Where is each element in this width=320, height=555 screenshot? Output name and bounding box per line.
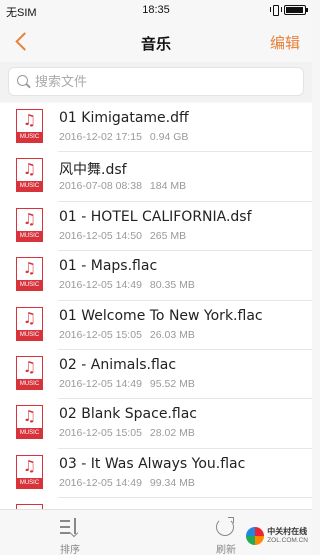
file-date: 2016-12-02 17:15	[59, 131, 142, 143]
search-input[interactable]	[35, 72, 295, 92]
music-file-icon: ♫MUSIC	[16, 405, 43, 440]
search-bar	[0, 62, 312, 102]
zol-logo-icon	[246, 527, 265, 545]
sort-icon	[60, 518, 78, 534]
watermark-line2: ZOL.COM.CN	[267, 537, 308, 544]
music-file-icon: ♫MUSIC	[16, 306, 43, 341]
search-icon	[17, 75, 31, 89]
file-row[interactable]: ♫ MUSIC 01 - Maps.flac 2016-12-05 14:49 80.3…	[0, 251, 312, 301]
file-name: 01 Kimigatame.dff	[59, 110, 189, 126]
watermark: 中关村在线 ZOL.COM.CN	[246, 527, 308, 545]
file-meta: 2016-12-05 14:50 265 MB	[59, 230, 186, 242]
file-meta: 2016-12-02 17:15 0.94 GB	[59, 131, 188, 143]
file-meta: 2016-12-05 14:49 95.52 MB	[59, 378, 195, 390]
file-size: 184 MB	[149, 180, 187, 193]
file-name: 01 - Maps.flac	[59, 258, 158, 275]
file-size: 0.94 GB	[149, 131, 189, 143]
music-file-icon: ♫MUSIC	[16, 257, 43, 292]
file-row[interactable]: ♫ MUSIC 02 - Animals.flac 2016-12-05 14:49 9…	[0, 350, 312, 400]
music-file-icon: ♫MUSIC	[16, 207, 43, 242]
file-size: 265 MB	[149, 229, 187, 242]
music-file-icon: ♫MUSIC	[16, 109, 43, 143]
file-row[interactable]: ♫ MUSIC 01 Kimigatame.dff 2016-12-02 17:15 0…	[0, 103, 312, 153]
vibrate-icon	[270, 4, 282, 16]
search-box[interactable]	[8, 67, 304, 96]
file-name: 02 - Animals.flac	[59, 356, 177, 373]
status-icons	[270, 4, 308, 16]
battery-icon	[284, 5, 308, 15]
file-size: 99.34 MB	[149, 476, 195, 489]
edit-button[interactable]: 编辑	[270, 32, 300, 53]
file-name: 风中舞.dsf	[59, 162, 127, 179]
file-size: 28.02 MB	[149, 427, 195, 440]
file-row[interactable]: ♫ MUSIC 风中舞.dsf 2016-07-08 08:38 184 MB	[0, 152, 312, 203]
file-date: 2016-12-05 14:49	[59, 377, 142, 390]
clock: 18:35	[142, 4, 170, 16]
file-meta: 2016-12-05 15:05 28.02 MB	[59, 427, 195, 439]
file-name: 02 Blank Space.flac	[59, 406, 197, 423]
file-row[interactable]: ♫MUSIC	[0, 498, 312, 509]
file-date: 2016-12-05 15:05	[59, 427, 142, 440]
file-row[interactable]: ♫ MUSIC 01 - HOTEL CALIFORNIA.dsf 2016-12-0…	[0, 202, 312, 252]
refresh-icon	[216, 517, 234, 536]
file-date: 2016-07-08 08:38	[59, 180, 142, 193]
file-date: 2016-12-05 14:50	[59, 229, 142, 242]
file-date: 2016-12-05 15:05	[59, 328, 142, 341]
music-file-icon: ♫MUSIC	[16, 158, 43, 193]
file-meta: 2016-12-05 14:49 99.34 MB	[59, 477, 195, 489]
file-name: 01 Welcome To New York.flac	[59, 307, 263, 324]
file-name: 03 - It Was Always You.flac	[59, 455, 246, 472]
file-meta: 2016-12-05 15:05 26.03 MB	[59, 329, 195, 341]
file-size: 26.03 MB	[149, 328, 195, 341]
file-size: 80.35 MB	[149, 279, 195, 292]
file-size: 95.52 MB	[149, 377, 195, 390]
nav-bar: 音乐 编辑	[0, 22, 312, 62]
watermark-line1: 中关村在线	[267, 527, 308, 536]
music-file-icon: ♫MUSIC	[16, 355, 43, 390]
file-meta: 2016-07-08 08:38 184 MB	[59, 180, 186, 192]
file-date: 2016-12-05 14:49	[59, 476, 142, 489]
sort-button[interactable]: 排序	[40, 514, 100, 555]
file-date: 2016-12-05 14:49	[59, 279, 142, 292]
status-bar: 无SIM 18:35	[0, 0, 312, 22]
file-row[interactable]: ♫ MUSIC 03 - It Was Always You.flac 2016-12…	[0, 449, 312, 499]
file-name: 01 - HOTEL CALIFORNIA.dsf	[59, 208, 252, 225]
page-title: 音乐	[140, 35, 171, 53]
music-file-icon: ♫MUSIC	[16, 454, 43, 489]
sort-label: 排序	[60, 545, 80, 555]
file-list: ♫ MUSIC 01 Kimigatame.dff 2016-12-02 17:15 0…	[0, 103, 312, 509]
file-row[interactable]: ♫ MUSIC 01 Welcome To New York.flac 2016-12…	[0, 301, 312, 351]
file-row[interactable]: ♫ MUSIC 02 Blank Space.flac 2016-12-05 15:0…	[0, 399, 312, 450]
file-meta: 2016-12-05 14:49 80.35 MB	[59, 279, 195, 291]
